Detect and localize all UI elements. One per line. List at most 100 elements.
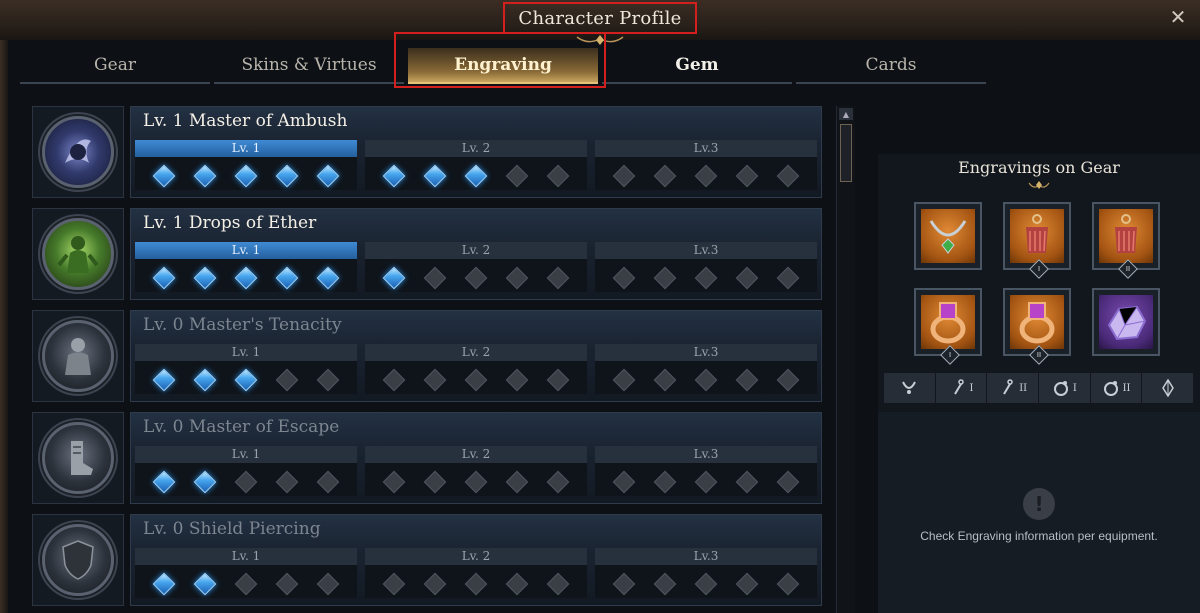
inactive-node-icon: [612, 470, 635, 494]
ring-1-slot[interactable]: I: [914, 288, 982, 365]
inactive-node-icon: [777, 164, 800, 188]
inactive-node-icon: [547, 572, 570, 596]
inactive-node-icon: [317, 368, 340, 392]
inactive-node-icon: [275, 368, 299, 392]
engraving-portrait: [32, 514, 124, 606]
stone-slot[interactable]: [1092, 288, 1160, 356]
panel-title: Engravings on Gear: [958, 158, 1120, 177]
engraving-list: Lv. 1 Master of Ambush Lv. 1 Lv. 2 Lv.3 Lv. …: [32, 106, 822, 613]
engraving-portrait: [32, 208, 124, 300]
inactive-node-icon: [547, 164, 570, 188]
escape-icon: [42, 422, 114, 494]
active-node-icon: [193, 368, 217, 392]
inactive-node-icon: [234, 470, 258, 494]
inactive-node-icon: [735, 368, 759, 392]
active-node-icon: [382, 164, 405, 188]
inactive-node-icon: [653, 164, 677, 188]
engraving-row[interactable]: Lv. 1 Master of Ambush Lv. 1 Lv. 2 Lv.3: [32, 106, 822, 198]
inactive-node-icon: [612, 368, 635, 392]
ring-icon: [921, 295, 975, 349]
inactive-node-icon: [612, 572, 635, 596]
tab-gem[interactable]: Gem: [602, 48, 792, 84]
inactive-node-icon: [735, 164, 759, 188]
level-column: Lv. 1: [135, 140, 357, 190]
level-column: Lv.3: [595, 242, 817, 292]
necklace-slot[interactable]: [914, 202, 982, 270]
active-node-icon: [152, 164, 175, 188]
title-ornament-icon: [576, 35, 624, 45]
active-node-icon: [275, 266, 299, 290]
tab-skins-virtues[interactable]: Skins & Virtues: [214, 48, 404, 84]
inactive-node-icon: [777, 368, 800, 392]
active-node-icon: [234, 368, 258, 392]
engraving-row[interactable]: Lv. 0 Master's Tenacity Lv. 1 Lv. 2 Lv.3: [32, 310, 822, 402]
level-column: Lv. 2: [365, 242, 587, 292]
inactive-node-icon: [505, 470, 529, 494]
tab-engraving[interactable]: Engraving: [408, 48, 598, 84]
level-column: Lv. 1: [135, 446, 357, 496]
inactive-node-icon: [464, 266, 488, 290]
filter-button[interactable]: I: [935, 373, 988, 403]
level-label: Lv. 2: [365, 446, 587, 463]
inactive-node-icon: [382, 368, 405, 392]
inactive-node-icon: [423, 572, 447, 596]
active-node-icon: [423, 164, 447, 188]
inactive-node-icon: [234, 572, 258, 596]
inactive-node-icon: [317, 470, 340, 494]
active-node-icon: [382, 266, 405, 290]
slot-badge-label: I: [948, 351, 952, 359]
tab-gear[interactable]: Gear: [20, 48, 210, 84]
scroll-thumb[interactable]: [840, 124, 852, 182]
engraving-row[interactable]: Lv. 0 Master of Escape Lv. 1 Lv. 2 Lv.3: [32, 412, 822, 504]
inactive-node-icon: [464, 470, 488, 494]
ring-2-slot[interactable]: II: [1003, 288, 1071, 365]
necklace-icon: [921, 209, 975, 263]
active-node-icon: [193, 572, 217, 596]
engraving-info: Lv. 1 Drops of Ether Lv. 1 Lv. 2 Lv.3: [130, 208, 822, 300]
engraving-portrait: [32, 412, 124, 504]
earring-2-slot[interactable]: II: [1092, 202, 1160, 279]
engraving-row[interactable]: Lv. 1 Drops of Ether Lv. 1 Lv. 2 Lv.3: [32, 208, 822, 300]
necklace-filter-icon: [902, 381, 917, 394]
inactive-node-icon: [423, 368, 447, 392]
earring-filter-icon: [953, 379, 964, 395]
active-node-icon: [152, 572, 175, 596]
engraving-name: Lv. 0 Master of Escape: [143, 417, 340, 437]
level-column: Lv. 1: [135, 548, 357, 598]
gem-nodes: [595, 157, 817, 190]
inactive-node-icon: [653, 572, 677, 596]
scrollbar[interactable]: ▲: [836, 106, 855, 613]
active-node-icon: [234, 164, 258, 188]
inactive-node-icon: [505, 368, 529, 392]
earring-filter-icon: [1003, 379, 1013, 395]
inactive-node-icon: [464, 368, 488, 392]
close-button[interactable]: ✕: [1166, 4, 1190, 30]
info-text: Check Engraving information per equipmen…: [920, 529, 1158, 543]
inactive-node-icon: [317, 572, 340, 596]
filter-button[interactable]: I: [1039, 373, 1091, 403]
engraving-levels: Lv. 1 Lv. 2 Lv.3: [135, 548, 819, 598]
active-node-icon: [152, 470, 175, 494]
gem-nodes: [595, 463, 817, 496]
tab-bar: Gear Skins & Virtues Engraving Gem Cards: [20, 48, 990, 84]
scroll-up-icon[interactable]: ▲: [839, 108, 853, 120]
filter-button[interactable]: [884, 373, 936, 403]
engraving-row[interactable]: Lv. 0 Shield Piercing Lv. 1 Lv. 2 Lv.3: [32, 514, 822, 606]
filter-button[interactable]: [1142, 373, 1195, 403]
tab-cards[interactable]: Cards: [796, 48, 986, 84]
earring-icon: [1010, 209, 1064, 263]
filter-button[interactable]: II: [987, 373, 1040, 403]
level-column: Lv.3: [595, 140, 817, 190]
earring-1-slot[interactable]: I: [1003, 202, 1071, 279]
inactive-node-icon: [464, 572, 488, 596]
ability-stone-icon: [1099, 295, 1153, 349]
inactive-node-icon: [694, 572, 718, 596]
engraving-info: Lv. 0 Master of Escape Lv. 1 Lv. 2 Lv.3: [130, 412, 822, 504]
slot-badge-label: II: [1036, 351, 1042, 359]
filter-button[interactable]: II: [1090, 373, 1143, 403]
inactive-node-icon: [777, 572, 800, 596]
inactive-node-icon: [275, 572, 299, 596]
shield-icon: [42, 524, 114, 596]
info-alert-icon: !: [1023, 488, 1055, 520]
active-node-icon: [193, 470, 217, 494]
